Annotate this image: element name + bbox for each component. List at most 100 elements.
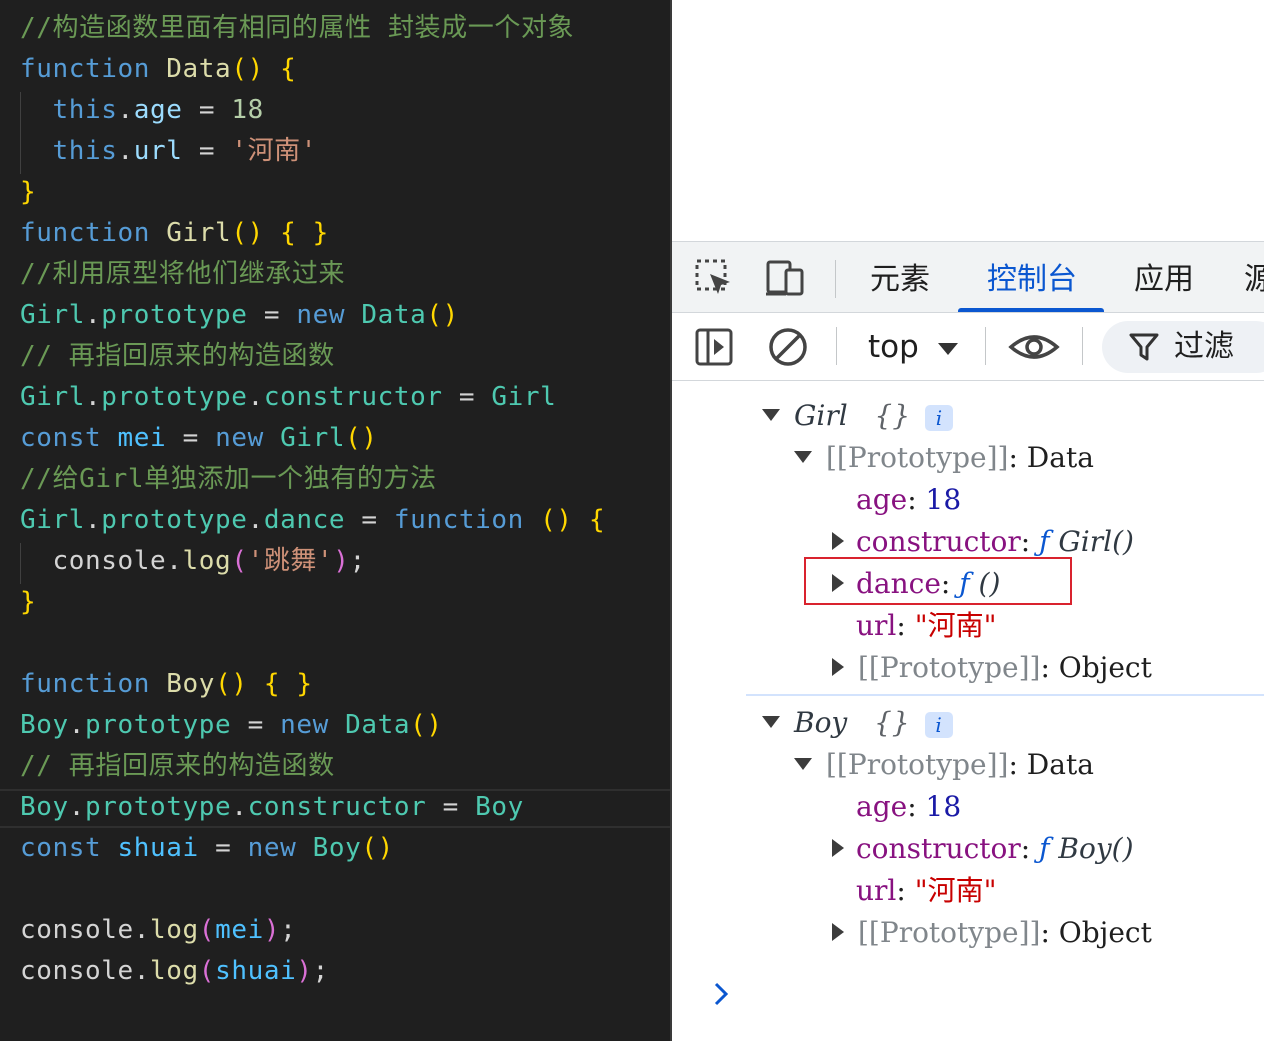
code-token: prototype bbox=[85, 710, 232, 740]
code-token: . bbox=[247, 505, 264, 535]
code-token: . bbox=[68, 792, 86, 822]
code-token: = bbox=[182, 95, 232, 125]
prototype-entry[interactable]: [[Prototype]]: Data bbox=[826, 437, 1094, 479]
code-token: Girl bbox=[20, 382, 86, 412]
code-token: Data bbox=[361, 300, 427, 330]
code-line[interactable]: Girl.prototype.dance = function () { bbox=[20, 500, 605, 541]
code-line[interactable]: console.log(mei); bbox=[20, 910, 296, 951]
expand-arrow-icon[interactable] bbox=[762, 716, 780, 728]
code-token: { } bbox=[263, 669, 313, 699]
expand-arrow-icon[interactable] bbox=[832, 658, 844, 676]
code-token: = bbox=[198, 833, 248, 863]
code-token: () bbox=[410, 710, 443, 740]
chevron-down-icon bbox=[937, 342, 958, 355]
code-line[interactable]: function Boy() { } bbox=[20, 664, 313, 705]
log-entry-boy[interactable]: Boy {} i bbox=[794, 702, 953, 744]
code-line[interactable]: this.url = '河南' bbox=[20, 131, 317, 172]
code-token: function bbox=[20, 54, 151, 84]
expand-arrow-icon[interactable] bbox=[832, 532, 844, 550]
code-token: ( bbox=[231, 546, 248, 576]
code-token: Boy bbox=[20, 710, 69, 740]
code-token: = bbox=[426, 792, 476, 822]
expand-arrow-icon[interactable] bbox=[832, 923, 844, 941]
code-line[interactable]: } bbox=[20, 582, 36, 623]
code-line[interactable]: // 再指回原来的构造函数 bbox=[20, 336, 335, 377]
log-entry-girl[interactable]: Girl {} i bbox=[794, 395, 953, 437]
expand-arrow-icon[interactable] bbox=[794, 451, 812, 463]
code-token: // 再指回原来的构造函数 bbox=[20, 341, 335, 371]
code-token: const bbox=[20, 833, 102, 863]
code-token: log bbox=[182, 546, 232, 576]
code-line[interactable]: this.age = 18 bbox=[20, 90, 264, 131]
property-url: url: "河南" bbox=[856, 609, 997, 642]
tab-application[interactable]: 应用 bbox=[1124, 242, 1204, 312]
code-line[interactable]: Girl.prototype.constructor = Girl bbox=[20, 377, 556, 418]
device-toolbar-icon[interactable] bbox=[764, 256, 808, 300]
code-line[interactable]: //利用原型将他们继承过来 bbox=[20, 254, 345, 295]
sidebar-toggle-icon[interactable] bbox=[692, 325, 736, 369]
clear-console-icon[interactable] bbox=[766, 325, 810, 369]
code-token: prototype bbox=[101, 382, 248, 412]
code-token: = bbox=[231, 710, 281, 740]
code-token: mei bbox=[215, 915, 264, 945]
tab-console[interactable]: 控制台 bbox=[962, 242, 1102, 312]
code-token: } bbox=[20, 177, 37, 207]
code-editor[interactable]: //构造函数里面有相同的属性 封装成一个对象 function Data() { … bbox=[0, 0, 670, 1041]
code-line[interactable]: function Data() { bbox=[20, 49, 296, 90]
code-line[interactable]: const shuai = new Boy() bbox=[20, 828, 394, 869]
object-preview: {} bbox=[873, 706, 910, 739]
code-line[interactable]: const mei = new Girl() bbox=[20, 418, 378, 459]
code-token: shuai bbox=[117, 833, 199, 863]
code-token: shuai bbox=[215, 956, 297, 986]
tab-sources[interactable]: 源 bbox=[1244, 242, 1264, 312]
code-token: ; bbox=[349, 546, 366, 576]
code-token: Data bbox=[166, 54, 232, 84]
code-line[interactable]: } bbox=[20, 172, 36, 213]
property-url: url: "河南" bbox=[856, 874, 997, 907]
code-token: () bbox=[361, 833, 394, 863]
inner-prototype-entry[interactable]: [[Prototype]]: Object bbox=[858, 912, 1152, 954]
code-line[interactable]: Girl.prototype = new Data() bbox=[20, 295, 459, 336]
code-line[interactable]: //构造函数里面有相同的属性 封装成一个对象 bbox=[20, 8, 574, 49]
expand-arrow-icon[interactable] bbox=[762, 409, 780, 421]
code-token: console. bbox=[20, 546, 183, 576]
expand-arrow-icon[interactable] bbox=[794, 758, 812, 770]
object-class-name: Girl bbox=[794, 399, 848, 432]
tab-elements[interactable]: 元素 bbox=[860, 242, 940, 312]
inspect-element-icon[interactable] bbox=[692, 256, 736, 300]
code-line[interactable]: function Girl() { } bbox=[20, 213, 329, 254]
object-class-name: Boy bbox=[794, 706, 848, 739]
console-prompt-chevron-icon[interactable] bbox=[712, 980, 732, 1008]
filter-icon bbox=[1129, 333, 1159, 361]
filter-input[interactable]: 过滤 bbox=[1102, 321, 1264, 373]
info-icon[interactable]: i bbox=[924, 711, 953, 738]
code-line[interactable]: console.log('跳舞'); bbox=[20, 541, 366, 582]
code-token: dance bbox=[263, 505, 346, 535]
property-constructor[interactable]: constructor: ƒ Boy() bbox=[856, 828, 1134, 870]
context-selector[interactable]: top bbox=[868, 323, 959, 371]
code-token: ; bbox=[312, 956, 329, 986]
live-expression-eye-icon[interactable] bbox=[1008, 325, 1060, 369]
code-line[interactable]: console.log(shuai); bbox=[20, 951, 329, 992]
code-line[interactable]: //给Girl单独添加一个独有的方法 bbox=[20, 459, 437, 500]
code-line[interactable]: Boy.prototype.constructor = Boy bbox=[20, 787, 524, 828]
prototype-entry[interactable]: [[Prototype]]: Data bbox=[826, 744, 1094, 786]
code-token: '跳舞' bbox=[247, 546, 334, 576]
expand-arrow-icon[interactable] bbox=[832, 839, 844, 857]
inner-prototype-entry[interactable]: [[Prototype]]: Object bbox=[858, 647, 1152, 689]
code-line[interactable]: Boy.prototype = new Data() bbox=[20, 705, 443, 746]
code-token: '河南' bbox=[231, 136, 318, 166]
code-token: constructor bbox=[263, 382, 443, 412]
code-token: { } bbox=[280, 218, 329, 248]
code-line[interactable]: // 再指回原来的构造函数 bbox=[20, 746, 335, 787]
code-token: prototype bbox=[101, 505, 248, 535]
info-icon[interactable]: i bbox=[924, 404, 953, 431]
code-token: () bbox=[426, 300, 459, 330]
